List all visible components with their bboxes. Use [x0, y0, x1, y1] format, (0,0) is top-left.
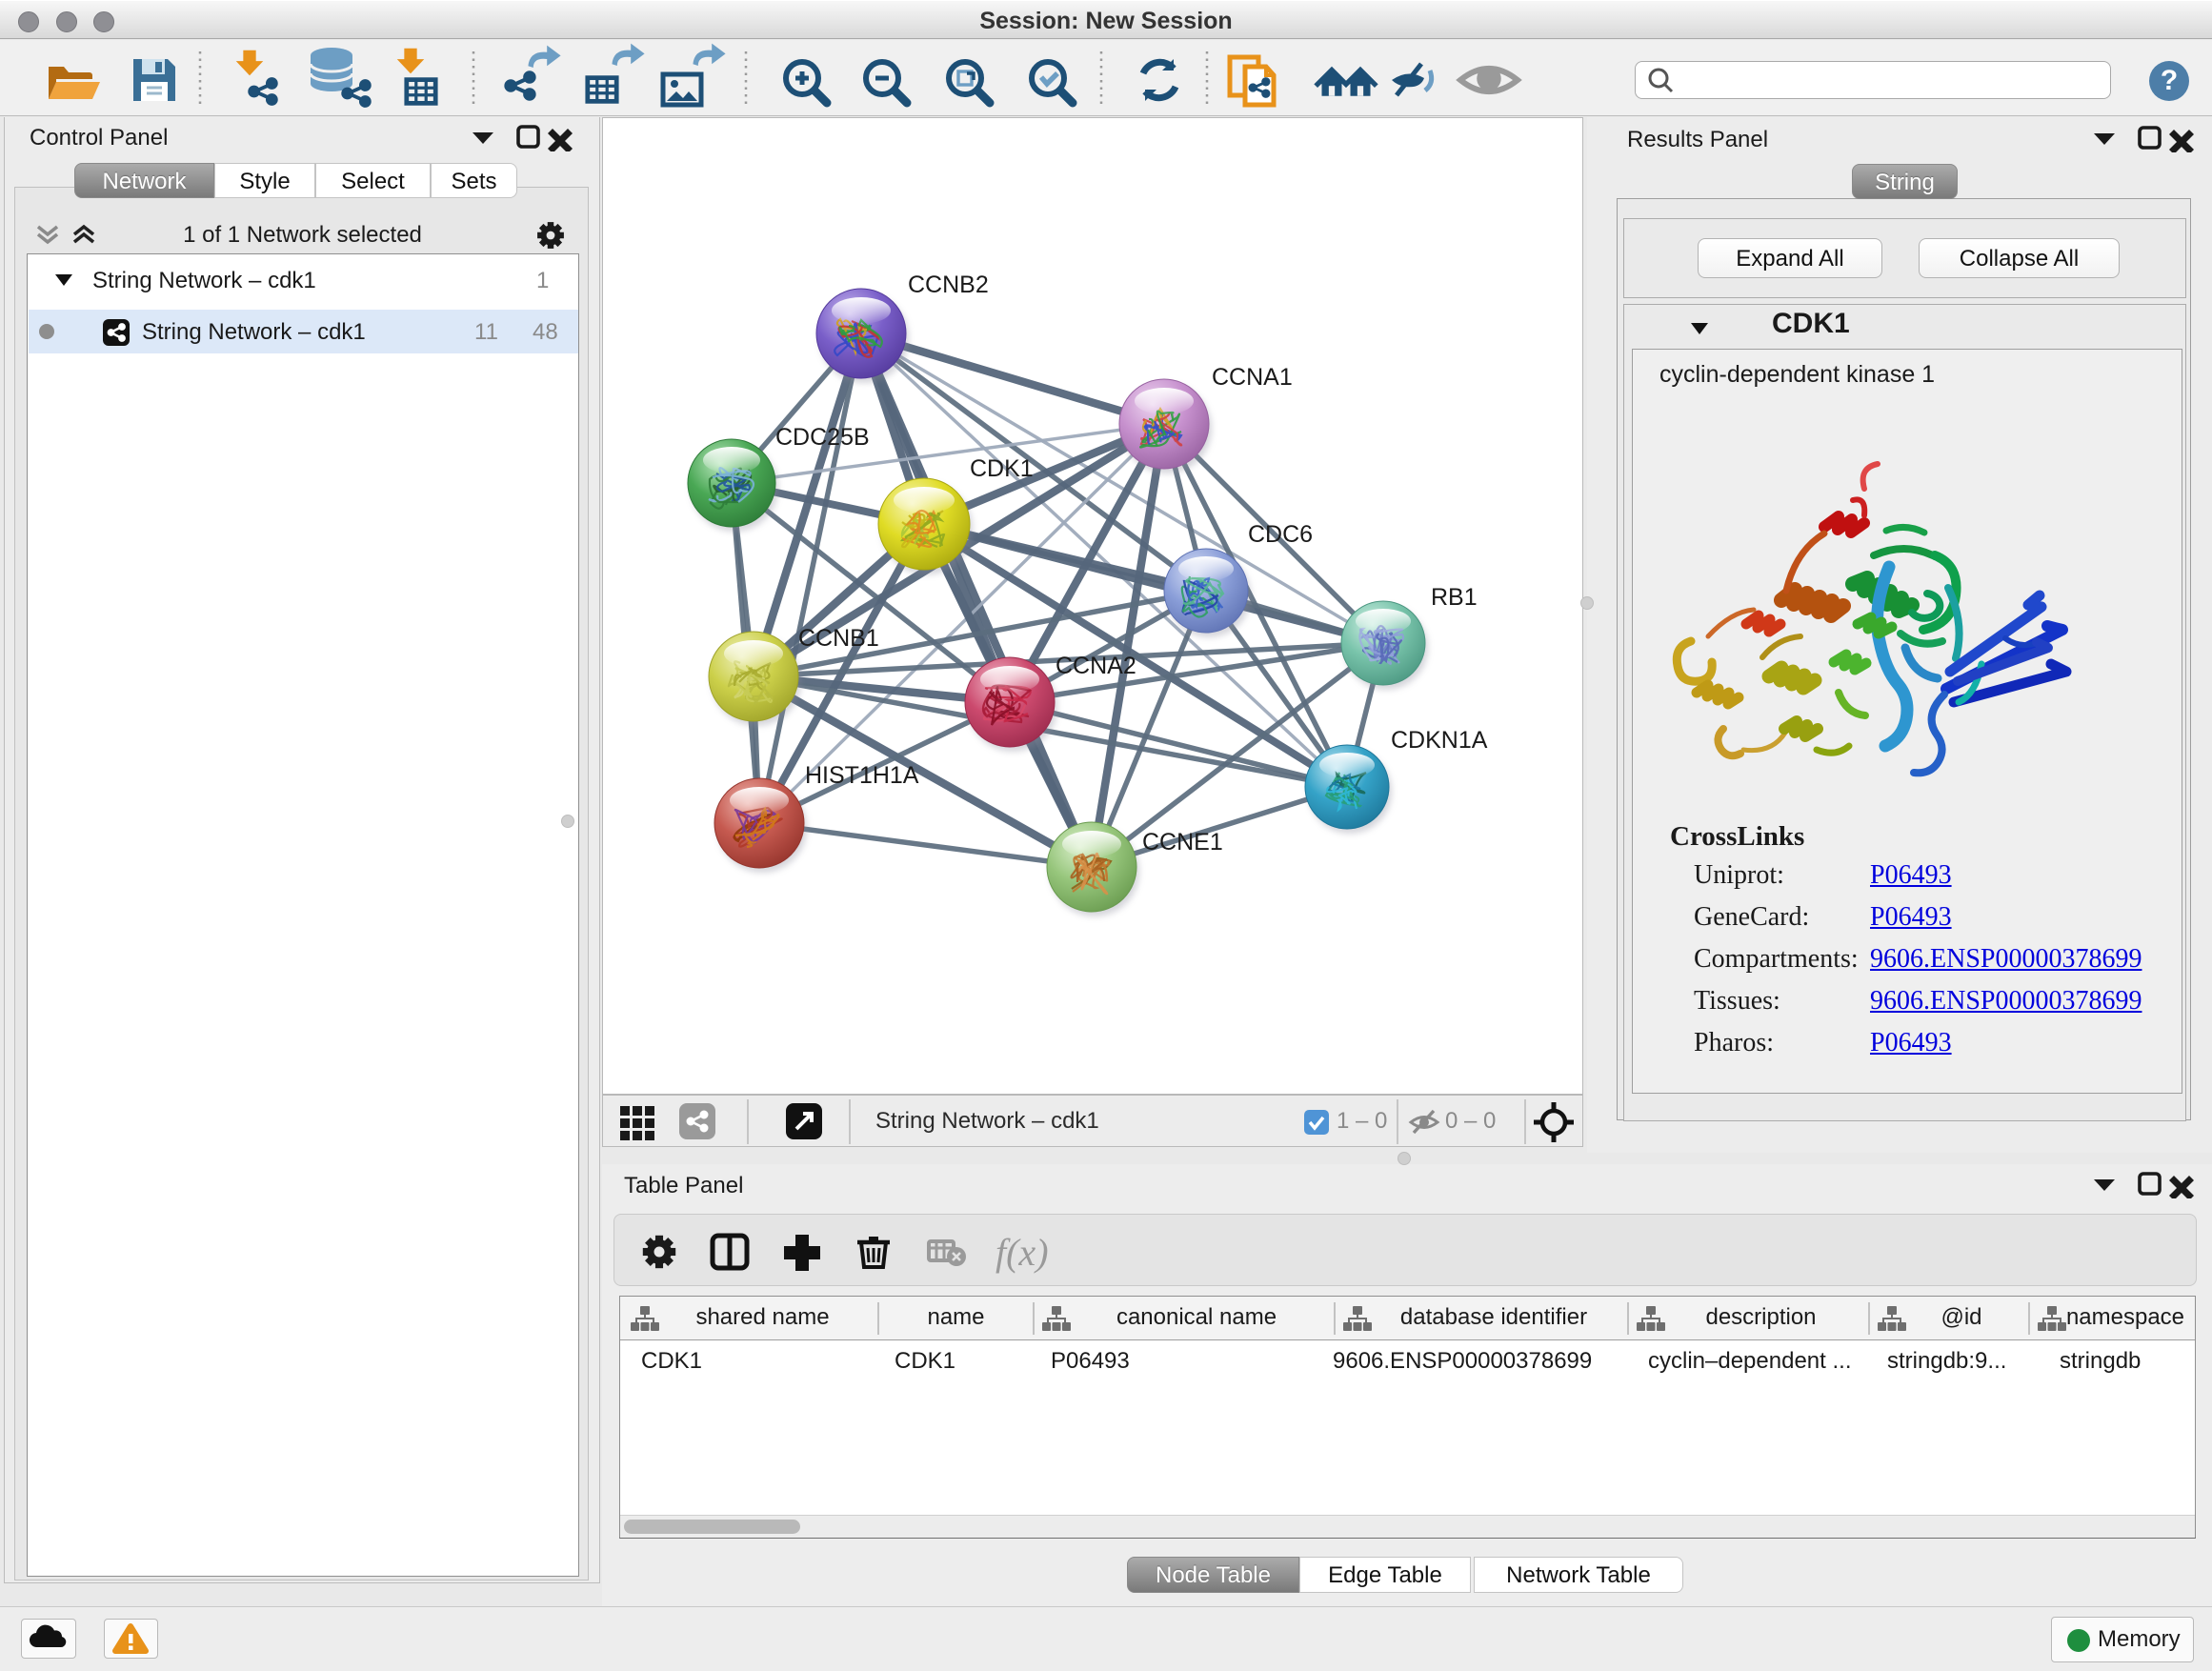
svg-text:CCNA2: CCNA2	[1056, 653, 1136, 679]
svg-text:RB1: RB1	[1431, 584, 1478, 611]
svg-text:CDC25B: CDC25B	[775, 424, 870, 451]
svg-text:CCNB2: CCNB2	[908, 272, 989, 298]
svg-text:CDC6: CDC6	[1248, 521, 1313, 548]
svg-text:f(x): f(x)	[995, 1231, 1049, 1274]
svg-text:CCNB1: CCNB1	[798, 625, 879, 652]
svg-text:CDKN1A: CDKN1A	[1391, 727, 1488, 754]
svg-text:CCNE1: CCNE1	[1142, 829, 1223, 856]
svg-text:HIST1H1A: HIST1H1A	[805, 762, 919, 789]
svg-text:CDK1: CDK1	[970, 455, 1034, 482]
svg-text:CCNA1: CCNA1	[1212, 364, 1293, 391]
